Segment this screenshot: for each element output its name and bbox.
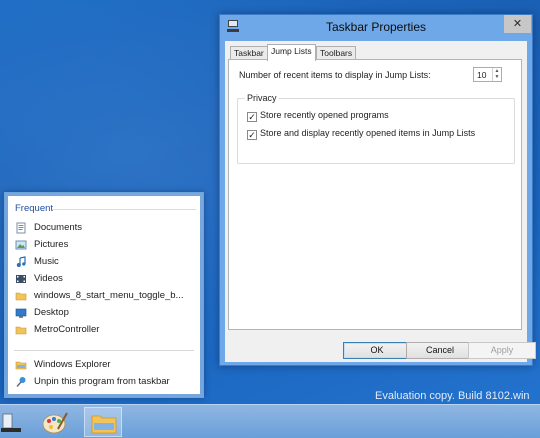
store-programs-checkbox[interactable]: ✓	[247, 112, 257, 122]
stepper-arrows-icon[interactable]: ▲ ▼	[492, 68, 501, 81]
title-bar[interactable]: Taskbar Properties ✕	[220, 15, 532, 41]
jump-list: Frequent Documents Pictures Music Videos…	[4, 192, 204, 398]
folder-icon	[15, 326, 27, 335]
apply-button[interactable]: Apply	[468, 342, 536, 359]
music-icon	[16, 256, 26, 267]
folder-icon	[15, 292, 27, 301]
tasks-divider	[14, 350, 194, 351]
paint-icon	[42, 412, 68, 434]
store-programs-label: Store recently opened programs	[260, 110, 389, 120]
dialog-client: Taskbar Jump Lists Toolbars Number of re…	[225, 41, 536, 362]
desktop-icon	[15, 308, 27, 318]
tab-taskbar[interactable]: Taskbar	[230, 46, 268, 60]
heading-divider	[52, 209, 196, 210]
taskbar	[0, 404, 540, 438]
explorer-icon	[91, 415, 117, 434]
unpin-icon	[16, 377, 26, 387]
ok-button[interactable]: OK	[343, 342, 411, 359]
store-items-option[interactable]: ✓ Store and display recently opened items…	[247, 128, 475, 140]
dialog-title: Taskbar Properties	[325, 20, 427, 34]
recent-items-stepper[interactable]: 10 ▲ ▼	[473, 67, 502, 82]
pictures-icon	[15, 240, 27, 250]
taskbar-properties-icon	[1, 413, 21, 432]
tab-toolbars[interactable]: Toolbars	[316, 46, 357, 60]
privacy-group: Privacy ✓ Store recently opened programs …	[237, 93, 515, 164]
documents-icon	[16, 222, 26, 234]
store-items-label: Store and display recently opened items …	[260, 128, 476, 138]
taskbar-button-paint[interactable]	[38, 407, 72, 437]
store-items-checkbox[interactable]: ✓	[247, 130, 257, 140]
taskbar-button-properties[interactable]	[0, 407, 24, 437]
explorer-icon	[15, 361, 27, 370]
recent-items-label: Number of recent items to display in Jum…	[239, 70, 431, 80]
close-button[interactable]: ✕	[504, 15, 531, 33]
recent-items-value[interactable]: 10	[477, 70, 486, 80]
jump-lists-panel: Number of recent items to display in Jum…	[228, 59, 522, 330]
videos-icon	[16, 275, 26, 283]
evaluation-watermark: Evaluation copy. Build 8102.win	[375, 390, 530, 402]
cancel-button[interactable]: Cancel	[406, 342, 474, 359]
tab-jump-lists[interactable]: Jump Lists	[267, 44, 316, 61]
taskbar-properties-dialog: Taskbar Properties ✕ Taskbar Jump Lists …	[219, 14, 536, 366]
store-programs-option[interactable]: ✓ Store recently opened programs	[247, 110, 389, 122]
privacy-label: Privacy	[245, 93, 279, 103]
taskbar-button-explorer[interactable]	[84, 407, 122, 437]
frequent-heading: Frequent	[15, 203, 54, 214]
